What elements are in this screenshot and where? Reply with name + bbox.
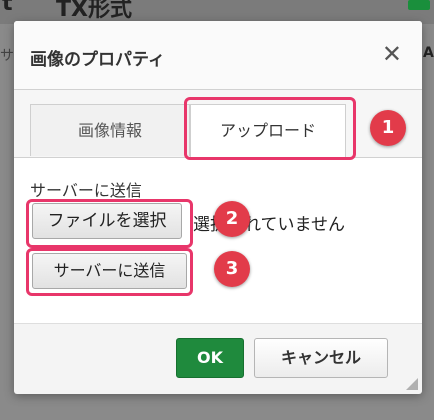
dialog-title: 画像のプロパティ [30, 50, 165, 70]
annotation-badge-3: 3 [214, 251, 250, 287]
dialog-titlebar: 画像のプロパティ ✕ [14, 21, 422, 90]
cancel-button[interactable]: キャンセル [254, 338, 388, 378]
background-header-text: TX形式 [56, 0, 132, 22]
tab-bar: 画像情報 アップロード [14, 90, 422, 158]
background-side-text-right: A [423, 45, 434, 61]
close-icon[interactable]: ✕ [382, 41, 402, 67]
tab-image-info[interactable]: 画像情報 [30, 104, 190, 156]
send-to-server-button[interactable]: サーバーに送信 [32, 253, 187, 289]
resize-handle-icon[interactable] [406, 378, 418, 390]
background-header-text-left: t [2, 0, 13, 16]
dialog-footer: OK キャンセル [14, 323, 422, 394]
choose-file-button[interactable]: ファイルを選択 [32, 203, 182, 239]
background-green-button [408, 0, 430, 10]
send-to-server-label: サーバーに送信 [30, 181, 142, 200]
annotation-badge-1: 1 [370, 110, 406, 146]
annotation-badge-2: 2 [214, 201, 250, 237]
tab-upload[interactable]: アップロード [190, 104, 346, 157]
background-side-text: サ [0, 48, 14, 64]
ok-button[interactable]: OK [176, 338, 244, 378]
